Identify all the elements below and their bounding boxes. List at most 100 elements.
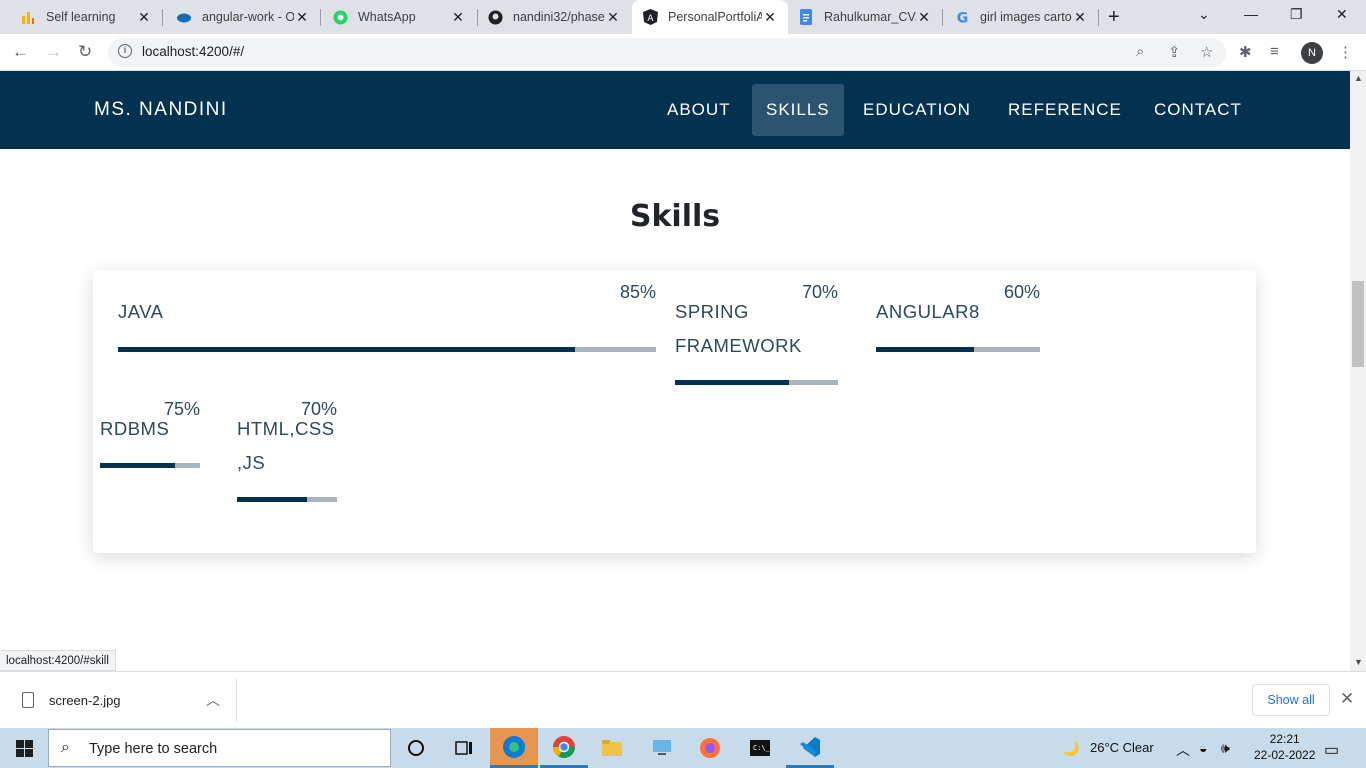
windows-start-icon[interactable] (16, 740, 33, 757)
skill-progress-bar (675, 380, 838, 385)
skill-progress-fill (237, 497, 307, 502)
close-tab-icon[interactable]: ✕ (450, 9, 466, 26)
firefox-icon[interactable] (686, 728, 734, 768)
cortana-icon[interactable] (392, 728, 440, 768)
moon-weather-icon[interactable]: 🌙 (1062, 740, 1079, 757)
close-tab-icon[interactable]: ✕ (136, 9, 152, 26)
site-brand[interactable]: MS. NANDINI (94, 99, 228, 121)
profile-avatar[interactable]: N (1301, 42, 1323, 64)
tab-rahulkumar-cv[interactable]: Rahulkumar_CV.d ✕ (778, 0, 942, 34)
address-bar[interactable]: i localhost:4200/#/ ⌕ ⇪ ☆ (108, 38, 1226, 67)
minimize-icon[interactable]: — (1244, 6, 1258, 22)
bar-chart-icon (20, 9, 36, 25)
section-title: Skills (629, 199, 721, 234)
skill-name: ANGULAR8 (876, 301, 980, 322)
close-tab-icon[interactable]: ✕ (916, 9, 932, 26)
tab-title: girl images carto (980, 10, 1072, 24)
tab-search-icon[interactable]: ⌄ (1198, 6, 1210, 23)
nav-education[interactable]: EDUCATION (849, 84, 985, 136)
close-tab-icon[interactable]: ✕ (762, 9, 778, 26)
menu-kebab-icon[interactable]: ⋮ (1338, 43, 1353, 61)
zoom-icon[interactable]: ⌕ (1136, 43, 1144, 60)
skill-name: JAVA (118, 301, 164, 322)
terminal-icon[interactable]: C:\_ (736, 728, 784, 768)
page-scrollbar[interactable]: ▲ ▼ (1350, 71, 1366, 671)
skill-angular8: ANGULAR8 60% (876, 282, 1040, 355)
skill-percent: 70% (801, 282, 838, 302)
skill-progress-bar (100, 463, 200, 468)
onedrive-icon (176, 9, 192, 25)
tab-angular-work[interactable]: angular-work - O ✕ (156, 0, 320, 34)
nav-skills[interactable]: SKILLS (752, 84, 844, 136)
whatsapp-icon (332, 9, 348, 25)
skill-percent: 60% (1003, 282, 1040, 302)
nav-reference[interactable]: REFERENCE (994, 84, 1136, 136)
close-download-bar-icon[interactable]: ✕ (1340, 689, 1354, 709)
tab-personal-portfolio[interactable]: A PersonalPortfoliA ✕ (632, 0, 788, 34)
this-pc-icon[interactable] (638, 728, 686, 768)
svg-text:G: G (956, 10, 968, 25)
windows-taskbar: ⌕ Type here to search C:\_ 🌙 26°C Clear … (0, 728, 1366, 768)
site-info-icon[interactable]: i (118, 44, 132, 58)
tab-title: WhatsApp (358, 10, 416, 24)
skill-progress-fill (675, 380, 790, 385)
tab-title: PersonalPortfoliA (668, 10, 762, 24)
volume-icon[interactable]: 🕪 (1221, 740, 1230, 757)
download-file-name[interactable]: screen-2.jpg (49, 693, 121, 708)
taskbar-search[interactable]: ⌕ Type here to search (48, 729, 391, 767)
notifications-icon[interactable]: ▭ (1324, 740, 1339, 760)
extensions-icon[interactable]: ✱ (1239, 43, 1252, 61)
forward-arrow-icon[interactable]: → (45, 42, 62, 62)
skill-percent: 70% (300, 399, 337, 419)
new-tab-button[interactable]: + (1108, 6, 1120, 29)
skill-percent: 85% (619, 282, 656, 302)
close-tab-icon[interactable]: ✕ (1072, 9, 1088, 26)
nav-contact[interactable]: CONTACT (1140, 84, 1256, 136)
edge-icon[interactable] (490, 728, 538, 768)
tab-divider (1098, 9, 1099, 26)
chrome-icon[interactable] (540, 728, 588, 768)
scroll-down-icon[interactable]: ▼ (1354, 657, 1363, 667)
share-icon[interactable]: ⇪ (1168, 43, 1181, 61)
weather-text[interactable]: 26°C Clear (1090, 740, 1154, 755)
tab-title: Self learning (46, 10, 116, 24)
download-divider (236, 679, 237, 722)
vscode-icon[interactable] (786, 728, 834, 768)
taskbar-clock[interactable]: 22:21 22-02-2022 (1254, 731, 1315, 763)
bookmark-star-icon[interactable]: ☆ (1200, 43, 1213, 61)
media-control-icon[interactable]: ≡ (1270, 43, 1279, 60)
svg-text:A: A (647, 14, 654, 24)
skill-name: HTML,CSS ,JS (237, 418, 335, 473)
scrollbar-thumb[interactable] (1352, 281, 1364, 367)
tab-github[interactable]: nandini32/phase ✕ (467, 0, 631, 34)
reload-icon[interactable]: ↻ (78, 42, 92, 62)
network-icon[interactable]: ◒ (1199, 740, 1207, 756)
skill-name: SPRING FRAMEWORK (675, 301, 802, 356)
svg-text:C:\_: C:\_ (753, 744, 771, 752)
link-status-bubble: localhost:4200/#skill (0, 650, 116, 671)
scroll-up-icon[interactable]: ▲ (1354, 73, 1363, 83)
show-all-button[interactable]: Show all (1252, 684, 1330, 716)
chevron-up-icon[interactable]: ︿ (206, 690, 220, 710)
chevron-up-icon[interactable]: ︿ (1176, 740, 1190, 760)
skill-rdbms: RDBMS 75% (100, 399, 200, 472)
skill-percent: 75% (163, 399, 200, 419)
tab-self-learning[interactable]: Self learning ✕ (0, 0, 162, 34)
close-tab-icon[interactable]: ✕ (605, 9, 621, 26)
tab-title: angular-work - O (202, 10, 294, 24)
tab-girl-images[interactable]: G girl images carto ✕ (934, 0, 1098, 34)
tab-title: Rahulkumar_CV.d (824, 10, 916, 24)
tab-whatsapp[interactable]: WhatsApp ✕ (312, 0, 476, 34)
file-explorer-icon[interactable] (588, 728, 636, 768)
task-view-icon[interactable] (440, 728, 488, 768)
restore-icon[interactable]: ❐ (1290, 6, 1303, 23)
close-window-icon[interactable]: ✕ (1336, 6, 1348, 23)
skill-progress-fill (876, 347, 975, 352)
close-tab-icon[interactable]: ✕ (294, 9, 310, 26)
skill-progress-fill (100, 463, 175, 468)
nav-about[interactable]: ABOUT (653, 84, 745, 136)
page-viewport: MS. NANDINI ABOUT SKILLS EDUCATION REFER… (0, 71, 1350, 671)
url-text[interactable]: localhost:4200/#/ (142, 44, 244, 59)
browser-toolbar: ← → ↻ i localhost:4200/#/ ⌕ ⇪ ☆ ✱ ≡ N ⋮ (0, 34, 1366, 71)
back-arrow-icon[interactable]: ← (12, 42, 29, 62)
